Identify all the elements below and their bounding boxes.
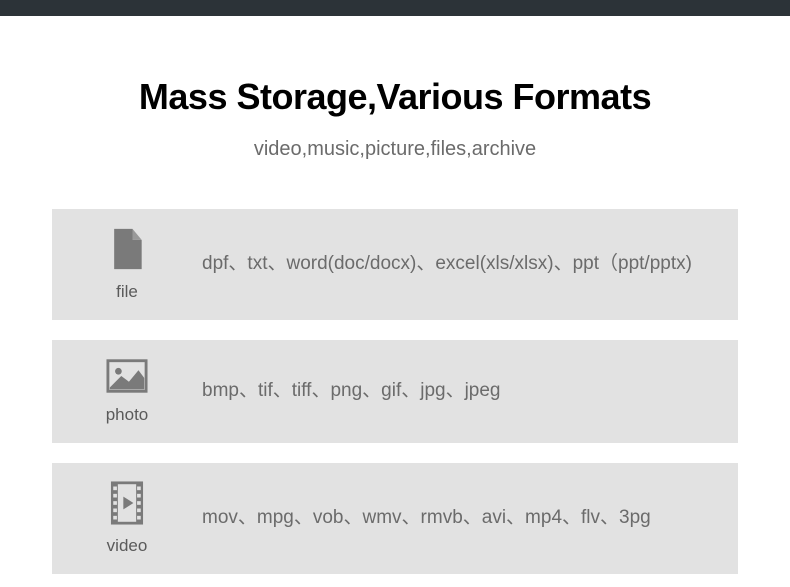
top-bar xyxy=(0,0,790,16)
main-content: Mass Storage,Various Formats video,music… xyxy=(0,16,790,574)
card-file: file dpf、txt、word(doc/docx)、excel(xls/xl… xyxy=(52,209,738,320)
icon-label-video: video xyxy=(107,536,148,556)
formats-file: dpf、txt、word(doc/docx)、excel(xls/xlsx)、p… xyxy=(202,249,738,279)
icon-section-file: file xyxy=(52,227,202,302)
icon-label-file: file xyxy=(116,282,138,302)
icon-section-video: video xyxy=(52,481,202,556)
card-photo: photo bmp、tif、tiff、png、gif、jpg、jpeg xyxy=(52,340,738,443)
formats-photo: bmp、tif、tiff、png、gif、jpg、jpeg xyxy=(202,376,738,406)
icon-section-photo: photo xyxy=(52,358,202,425)
formats-video: mov、mpg、vob、wmv、rmvb、avi、mp4、flv、3pg xyxy=(202,503,738,533)
video-icon xyxy=(107,481,147,530)
card-video: video mov、mpg、vob、wmv、rmvb、avi、mp4、flv、3… xyxy=(52,463,738,574)
page-title: Mass Storage,Various Formats xyxy=(52,76,738,118)
icon-label-photo: photo xyxy=(106,405,149,425)
file-icon xyxy=(107,227,147,276)
photo-icon xyxy=(106,358,148,399)
page-subtitle: video,music,picture,files,archive xyxy=(52,138,738,161)
